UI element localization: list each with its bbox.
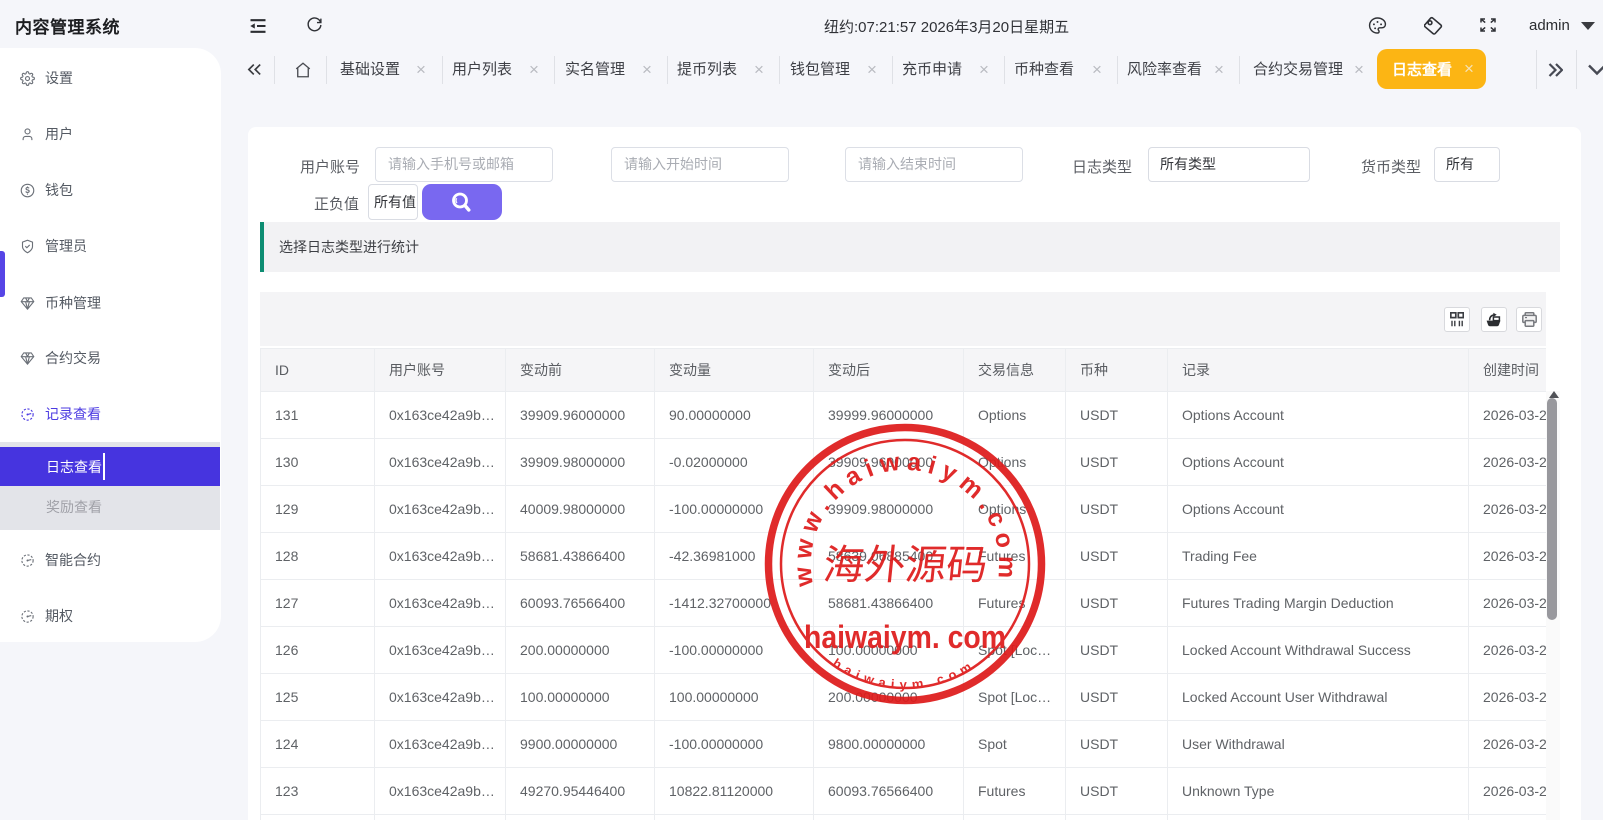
svg-text:haiwaiym. com: haiwaiym. com bbox=[804, 619, 1006, 655]
svg-text:海外源码: 海外源码 bbox=[821, 542, 990, 588]
